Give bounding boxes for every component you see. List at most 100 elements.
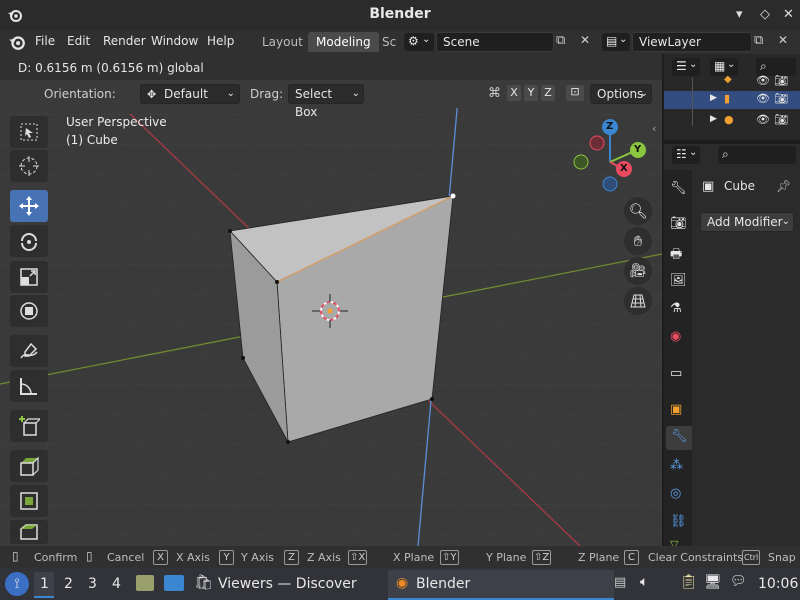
drag-dropdown[interactable]: Select Box ⌄	[288, 84, 364, 119]
network-icon[interactable]: 🖥︎	[704, 574, 722, 590]
scene-name-field[interactable]: Scene	[436, 32, 554, 52]
volume-icon[interactable]: 🔈︎	[640, 574, 648, 590]
tab-scripting[interactable]: Sc	[374, 32, 404, 52]
menu-help[interactable]: Help	[207, 34, 234, 48]
file-manager-icon[interactable]	[136, 575, 154, 591]
transform-icon	[20, 302, 38, 320]
physics-tab-icon[interactable]: ◎	[670, 486, 681, 501]
copy-view-layer-icon[interactable]: ⧉	[754, 33, 763, 48]
menu-window[interactable]: Window	[151, 34, 198, 48]
orientation-dropdown[interactable]: ✥ Default ⌄	[140, 84, 240, 104]
view-layer-field[interactable]: ViewLayer	[632, 32, 752, 52]
outliner-row[interactable]: ◆ 👁︎ 📷︎	[664, 74, 800, 88]
modifier-tab-active[interactable]: 🔧︎	[666, 426, 692, 450]
scene-selector-button[interactable]: ⚙ ⌄	[404, 33, 434, 51]
delete-view-layer-icon[interactable]: ✕	[778, 33, 788, 47]
view-layer-tab-icon[interactable]: 🖼︎	[670, 273, 687, 288]
measure-tool[interactable]	[10, 370, 48, 402]
camera-render-icon[interactable]: 📷︎	[774, 74, 788, 87]
outliner-row-selected[interactable]: ▶ ▮ 👁︎ 📷︎	[664, 91, 800, 109]
world-tab-icon[interactable]: ◉	[670, 329, 681, 344]
cursor-tool[interactable]	[10, 150, 48, 182]
object-tab-icon[interactable]: ▣	[670, 402, 682, 417]
snap-icon[interactable]: ⊡	[566, 85, 584, 101]
workspace-3[interactable]: 3	[88, 576, 97, 592]
tab-layout[interactable]: Layout	[254, 32, 311, 52]
workspace-2[interactable]: 2	[64, 576, 73, 592]
tray-arrow-icon[interactable]: ▤	[614, 575, 626, 590]
taskbar-app-blender[interactable]: Blender	[416, 576, 470, 592]
taskbar-app-discover[interactable]: Viewers — Discover	[218, 576, 357, 592]
pin-icon[interactable]: 📌︎	[776, 179, 791, 193]
menu-edit[interactable]: Edit	[67, 34, 90, 48]
collection-tab-icon[interactable]: ▭	[670, 366, 682, 381]
transform-tool[interactable]	[10, 295, 48, 327]
minimize-icon[interactable]: ▾	[736, 7, 743, 22]
render-tab-icon[interactable]: 📷︎	[670, 216, 687, 231]
app-launcher-icon[interactable]: ⟟	[5, 572, 29, 596]
clock[interactable]: 10:06	[758, 576, 798, 592]
key-shift-y: ⇧Y	[440, 550, 459, 565]
rotate-tool[interactable]	[10, 225, 48, 257]
updates-icon[interactable]: 💬︎	[730, 574, 747, 589]
expand-arrow-icon[interactable]: ▶	[710, 93, 717, 103]
chevron-down-icon: ⌄	[781, 216, 790, 227]
pan-button[interactable]: ✋︎	[624, 227, 652, 255]
axis-y-button[interactable]: Y	[524, 85, 538, 101]
status-snap: Snap I	[768, 551, 800, 564]
inset-tool[interactable]	[10, 485, 48, 517]
view-layer-selector-button[interactable]: ▤ ⌄	[602, 33, 630, 51]
add-cube-tool[interactable]	[10, 410, 48, 442]
perspective-toggle-button[interactable]	[624, 287, 652, 315]
zoom-button[interactable]: 🔍︎	[624, 197, 652, 225]
bevel-icon	[20, 524, 38, 540]
options-dropdown[interactable]: Options ⌄	[590, 84, 652, 104]
annotate-tool[interactable]	[10, 335, 48, 367]
blender-menu-icon[interactable]	[8, 34, 26, 53]
delete-scene-icon[interactable]: ✕	[580, 33, 590, 47]
bevel-tool[interactable]	[10, 520, 48, 544]
select-box-tool[interactable]	[10, 116, 48, 148]
scale-tool[interactable]	[10, 261, 48, 293]
properties-editor-type-button[interactable]: ☷ ⌄	[672, 146, 700, 164]
add-modifier-dropdown[interactable]: Add Modifier ⌄	[700, 212, 794, 232]
camera-view-button[interactable]: 🎥︎	[624, 257, 652, 285]
copy-scene-icon[interactable]: ⧉	[556, 33, 565, 48]
collapse-sidebar-icon[interactable]: ‹	[652, 122, 656, 135]
workspace-1[interactable]: 1	[40, 576, 49, 592]
close-icon[interactable]: ✕	[783, 7, 794, 22]
transform-gizmo-icon[interactable]: ⌘	[488, 86, 501, 101]
extrude-tool[interactable]	[10, 450, 48, 482]
rotate-icon	[21, 233, 37, 251]
camera-render-icon[interactable]: 📷︎	[774, 92, 788, 105]
scene-tab-icon[interactable]: ⚗	[670, 301, 682, 316]
clipboard-icon[interactable]: 📋︎	[680, 574, 698, 590]
extrude-icon	[20, 456, 39, 476]
outliner-editor-type-button[interactable]: ☰ ⌄	[672, 58, 700, 76]
tool-tab-icon[interactable]: 🔧︎	[670, 181, 687, 196]
eye-icon[interactable]: 👁︎	[756, 74, 770, 87]
camera-render-icon[interactable]: 📷︎	[774, 113, 788, 126]
outliner-row[interactable]: ▶ ● 👁︎ 📷︎	[664, 112, 800, 130]
tab-modeling[interactable]: Modeling	[308, 32, 379, 52]
axis-z-button[interactable]: Z	[541, 85, 555, 101]
status-z-axis: Z Axis	[307, 551, 341, 564]
key-x: X	[153, 550, 168, 565]
show-desktop-icon[interactable]	[164, 575, 184, 591]
expand-arrow-icon[interactable]: ▶	[710, 114, 717, 124]
key-z: Z	[284, 550, 299, 565]
menu-file[interactable]: File	[35, 34, 55, 48]
properties-search-input[interactable]: ⌕	[718, 146, 796, 164]
eye-icon[interactable]: 👁︎	[756, 92, 770, 105]
eye-icon[interactable]: 👁︎	[756, 113, 770, 126]
object-name-label: Cube	[724, 179, 755, 193]
output-tab-icon[interactable]: 🖶︎	[670, 245, 682, 267]
move-tool[interactable]	[10, 190, 48, 222]
menu-render[interactable]: Render	[103, 34, 146, 48]
constraints-tab-icon[interactable]: ⛓	[670, 514, 687, 529]
particles-tab-icon[interactable]: ⁂	[670, 458, 683, 473]
axis-x-button[interactable]: X	[507, 85, 521, 101]
inset-icon	[20, 492, 38, 510]
workspace-4[interactable]: 4	[112, 576, 121, 592]
maximize-icon[interactable]: ◇	[760, 7, 770, 22]
